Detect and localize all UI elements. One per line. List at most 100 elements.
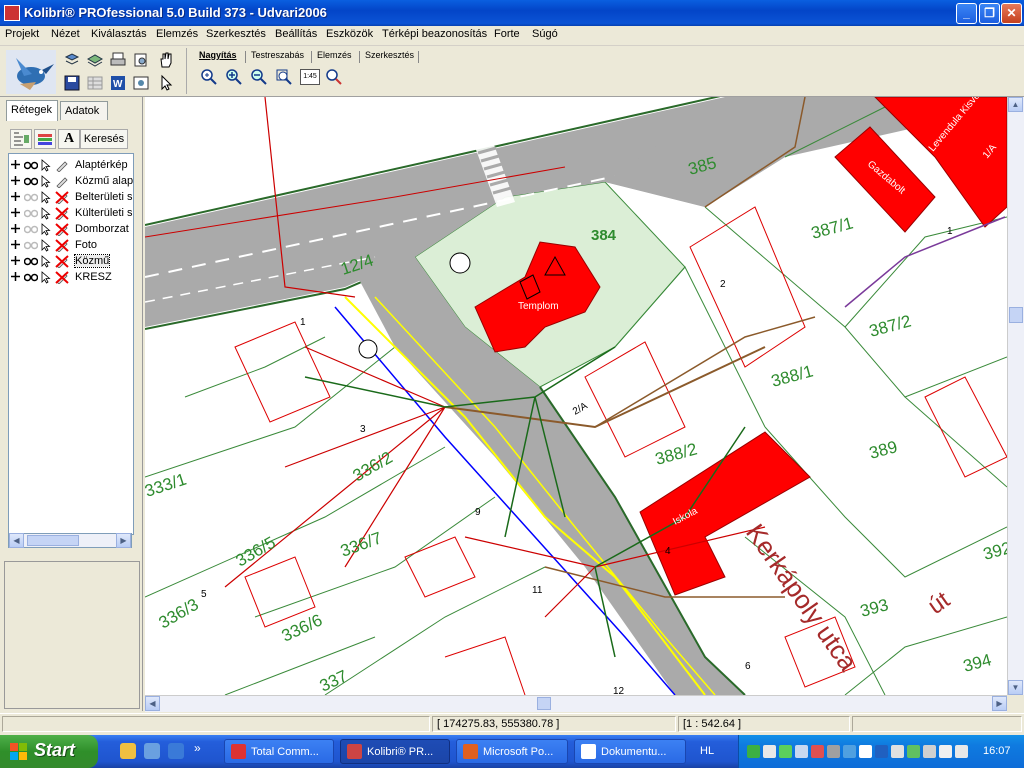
quicklaunch-ie-icon[interactable]	[168, 743, 184, 759]
select-arrow-icon[interactable]	[157, 74, 175, 92]
expand-icon[interactable]	[11, 160, 20, 169]
quicklaunch-clock-icon[interactable]	[120, 743, 136, 759]
visibility-icon[interactable]	[24, 209, 38, 218]
menu-sugo[interactable]: Súgó	[532, 28, 558, 40]
tray-icon[interactable]	[779, 745, 792, 758]
editable-icon[interactable]	[55, 207, 69, 220]
close-button[interactable]: ✕	[1001, 3, 1022, 24]
pan-hand-icon[interactable]	[157, 51, 175, 69]
layer-item[interactable]: Belterületi s	[9, 190, 133, 206]
scroll-right-button[interactable]: ▶	[992, 696, 1007, 711]
tab-szerkesztes[interactable]: Szerkesztés	[365, 50, 414, 60]
layer-tree-hscrollbar[interactable]: ◀ ▶	[8, 533, 132, 548]
tab-testreszabas[interactable]: Testreszabás	[251, 50, 304, 60]
bluetooth-icon[interactable]	[875, 745, 888, 758]
clock[interactable]: 16:07	[983, 745, 1011, 757]
scroll-up-button[interactable]: ▲	[1008, 97, 1023, 112]
zoom-in-icon[interactable]	[225, 68, 243, 86]
menu-kivalasztas[interactable]: Kiválasztás	[91, 28, 147, 40]
maximize-button[interactable]: ❐	[979, 3, 1000, 24]
menu-szerkesztes[interactable]: Szerkesztés	[206, 28, 266, 40]
tab-adatok[interactable]: Adatok	[60, 101, 108, 120]
language-indicator[interactable]: HL	[700, 745, 714, 757]
expand-icon[interactable]	[11, 224, 20, 233]
tray-icon[interactable]	[747, 745, 760, 758]
map-canvas[interactable]: 385 384 387/1 387/2 388/1 388/2 389 392 …	[145, 97, 1007, 695]
table-icon[interactable]	[86, 74, 104, 92]
menu-terkepi-beazonositas[interactable]: Térképi beazonosítás	[382, 28, 487, 40]
app-icon[interactable]	[4, 5, 20, 21]
scroll-left-button[interactable]: ◀	[145, 696, 160, 711]
menu-forte[interactable]: Forte	[494, 28, 520, 40]
scroll-left-button[interactable]: ◀	[9, 533, 24, 548]
layer-item[interactable]: KRESZ	[9, 270, 133, 286]
vscroll-thumb[interactable]	[1009, 307, 1023, 323]
tab-nagyitas[interactable]: Nagyítás	[199, 50, 237, 60]
tray-icon[interactable]	[907, 745, 920, 758]
label-text-icon[interactable]: A	[58, 129, 80, 149]
expand-icon[interactable]	[11, 208, 20, 217]
search-button[interactable]: Keresés	[80, 129, 128, 149]
editable-icon[interactable]	[55, 175, 69, 188]
editable-icon[interactable]	[55, 239, 69, 252]
tray-icon[interactable]	[827, 745, 840, 758]
image-export-icon[interactable]	[132, 74, 150, 92]
selectable-icon[interactable]	[41, 207, 51, 220]
expand-icon[interactable]	[11, 256, 20, 265]
layer-item[interactable]: Domborzat	[9, 222, 133, 238]
selectable-icon[interactable]	[41, 191, 51, 204]
selectable-icon[interactable]	[41, 159, 51, 172]
visibility-icon[interactable]	[24, 257, 38, 266]
volume-icon[interactable]	[955, 745, 968, 758]
tab-retegek[interactable]: Rétegek	[6, 100, 58, 121]
tray-icon[interactable]	[795, 745, 808, 758]
expand-icon[interactable]	[11, 240, 20, 249]
map-vscrollbar[interactable]: ▲ ▼	[1007, 97, 1024, 695]
visibility-icon[interactable]	[24, 273, 38, 282]
scroll-thumb[interactable]	[27, 535, 79, 546]
editable-icon[interactable]	[55, 159, 69, 172]
editable-icon[interactable]	[55, 255, 69, 268]
zoom-scale-button[interactable]: 1:45	[300, 69, 320, 85]
menu-beallitas[interactable]: Beállítás	[275, 28, 317, 40]
task-kolibri[interactable]: Kolibri® PR...	[340, 739, 450, 764]
editable-icon[interactable]	[55, 223, 69, 236]
task-dokumentum[interactable]: Dokumentu...	[574, 739, 686, 764]
tray-icon[interactable]	[763, 745, 776, 758]
tray-icon[interactable]	[811, 745, 824, 758]
word-export-icon[interactable]: W	[109, 74, 127, 92]
selectable-icon[interactable]	[41, 175, 51, 188]
tray-icon[interactable]	[891, 745, 904, 758]
layer-list-icon[interactable]	[10, 129, 32, 149]
scroll-down-button[interactable]: ▼	[1008, 680, 1023, 695]
zoom-out-icon[interactable]	[250, 68, 268, 86]
zoom-extent-icon[interactable]	[275, 68, 293, 86]
expand-icon[interactable]	[11, 272, 20, 281]
task-total-commander[interactable]: Total Comm...	[224, 739, 334, 764]
editable-icon[interactable]	[55, 271, 69, 284]
open-layer-icon[interactable]	[63, 51, 81, 69]
menu-projekt[interactable]: Projekt	[5, 28, 39, 40]
start-button[interactable]: Start	[0, 735, 98, 768]
visibility-icon[interactable]	[24, 177, 38, 186]
minimize-button[interactable]: _	[956, 3, 977, 24]
selectable-icon[interactable]	[41, 271, 51, 284]
tray-icon[interactable]	[923, 745, 936, 758]
selectable-icon[interactable]	[41, 223, 51, 236]
layers-stack-icon[interactable]	[86, 51, 104, 69]
hscroll-thumb[interactable]	[537, 697, 551, 710]
selectable-icon[interactable]	[41, 255, 51, 268]
task-powerpoint[interactable]: Microsoft Po...	[456, 739, 568, 764]
quicklaunch-more-icon[interactable]: »	[194, 741, 201, 755]
layer-item[interactable]: Külterületi s	[9, 206, 133, 222]
menu-elemzes[interactable]: Elemzés	[156, 28, 198, 40]
quicklaunch-desktop-icon[interactable]	[144, 743, 160, 759]
save-icon[interactable]	[63, 74, 81, 92]
tab-elemzes[interactable]: Elemzés	[317, 50, 352, 60]
layer-item[interactable]: Közmű	[9, 254, 133, 270]
zoom-window-icon[interactable]	[200, 68, 218, 86]
expand-icon[interactable]	[11, 176, 20, 185]
tray-icon[interactable]	[859, 745, 872, 758]
editable-icon[interactable]	[55, 191, 69, 204]
visibility-icon[interactable]	[24, 161, 38, 170]
